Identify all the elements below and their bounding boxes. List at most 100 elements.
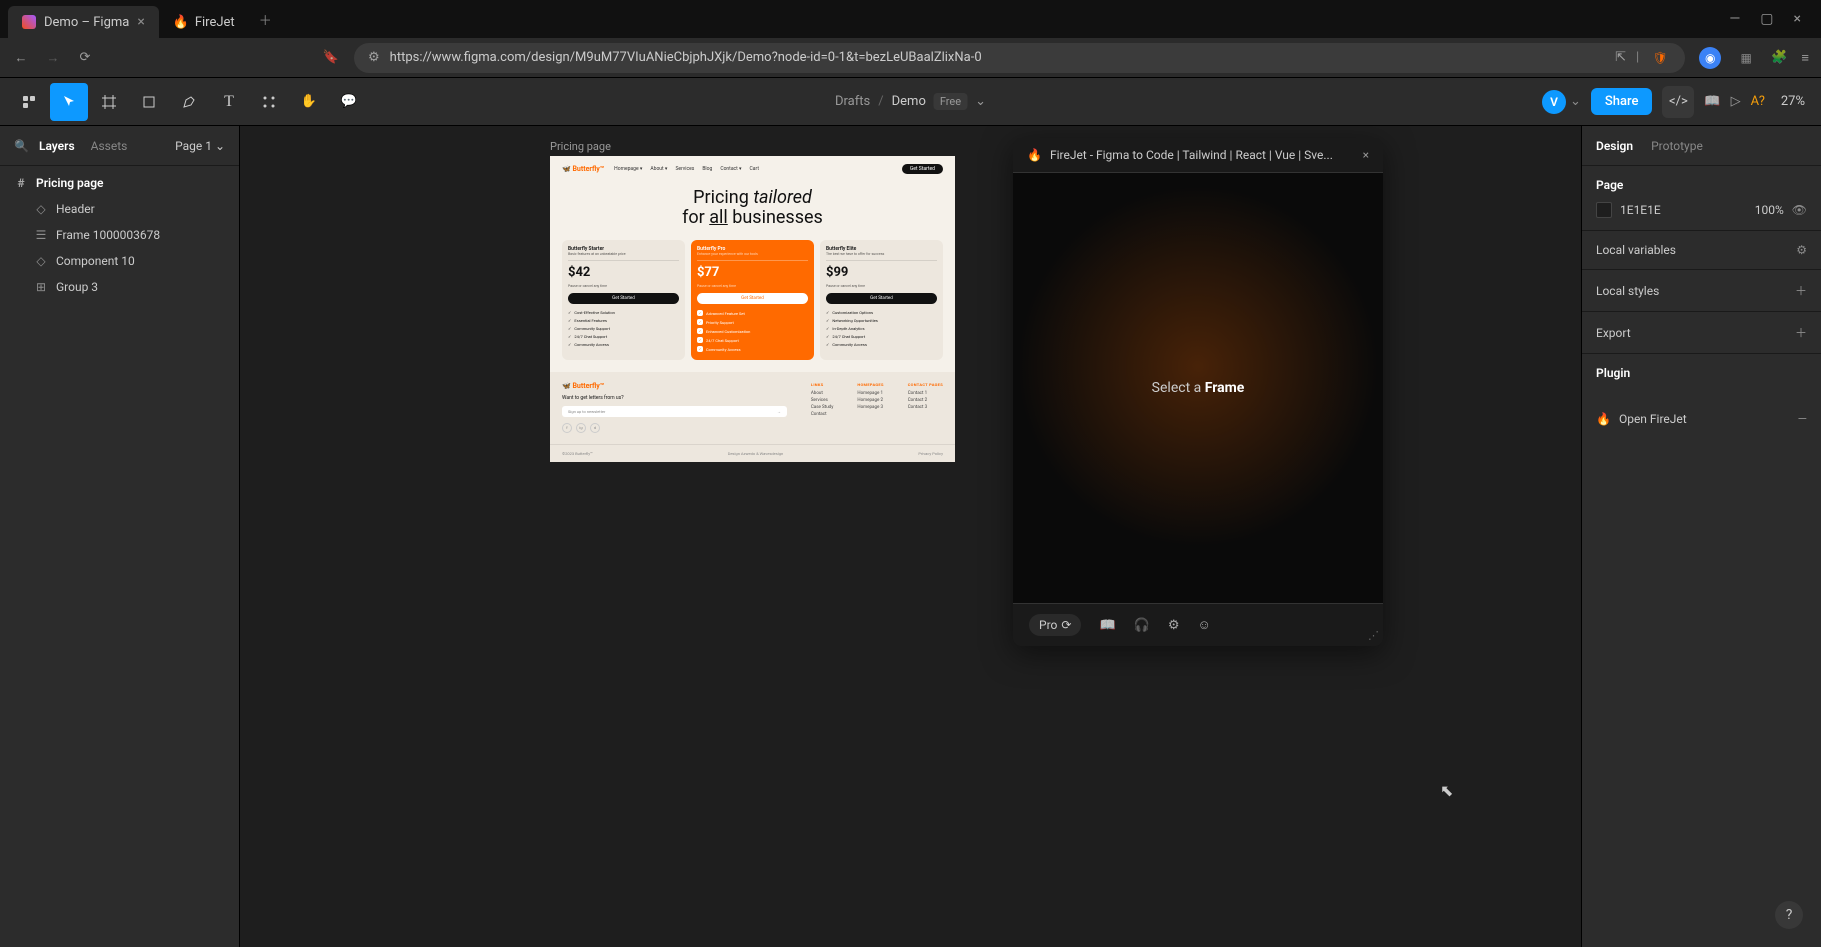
site-nav: Homepage ▾About ▾ServicesBlogContact ▾Ca… bbox=[614, 166, 759, 172]
figma-icon bbox=[22, 15, 36, 29]
book-icon[interactable]: 📖 bbox=[1099, 618, 1115, 633]
background-swatch[interactable] bbox=[1596, 202, 1612, 218]
fire-icon: 🔥 bbox=[1596, 412, 1611, 426]
maximize-icon[interactable]: ▢ bbox=[1760, 11, 1773, 27]
extension-icon[interactable]: ◉ bbox=[1699, 47, 1721, 69]
assets-tab[interactable]: Assets bbox=[91, 139, 128, 153]
minimize-icon[interactable]: — bbox=[1729, 11, 1740, 27]
bookmark-icon[interactable]: 🔖 bbox=[322, 50, 340, 65]
page-section-title: Page bbox=[1596, 178, 1807, 192]
background-opacity[interactable]: 100% bbox=[1755, 203, 1784, 217]
plugin-section-title: Plugin bbox=[1596, 366, 1807, 380]
cursor-icon: ⬉ bbox=[1440, 781, 1453, 800]
share-button[interactable]: Share bbox=[1591, 88, 1653, 115]
url-text: https://www.figma.com/design/M9uM77VIuAN… bbox=[390, 50, 1605, 65]
back-button[interactable]: ← bbox=[12, 50, 30, 66]
plan-badge: Free bbox=[934, 93, 967, 110]
get-started-button: Get Started bbox=[902, 164, 943, 174]
close-icon[interactable]: × bbox=[1363, 148, 1369, 162]
plugin-window[interactable]: 🔥 FireJet - Figma to Code | Tailwind | R… bbox=[1013, 138, 1383, 646]
browser-menu-icon[interactable]: ≡ bbox=[1801, 50, 1809, 66]
user-avatar[interactable]: V bbox=[1542, 90, 1566, 114]
plus-icon: ＋ bbox=[1795, 324, 1807, 341]
prototype-tab[interactable]: Prototype bbox=[1651, 139, 1703, 153]
layer-component-10[interactable]: ◇Component 10 bbox=[0, 248, 239, 274]
local-variables-section[interactable]: Local variables⚙ bbox=[1582, 231, 1821, 270]
drafts-link[interactable]: Drafts bbox=[835, 94, 870, 109]
canvas[interactable]: Pricing page 🦋 Butterfly™ Homepage ▾Abou… bbox=[240, 126, 1581, 947]
left-panel: 🔍 Layers Assets Page 1 ⌄ #Pricing page ◇… bbox=[0, 126, 240, 947]
pricing-card: Butterfly ProEnhance your experience wit… bbox=[691, 240, 814, 360]
layers-tab[interactable]: Layers bbox=[39, 139, 75, 153]
plugin-title: FireJet - Figma to Code | Tailwind | Rea… bbox=[1050, 148, 1355, 162]
forward-button[interactable]: → bbox=[44, 50, 62, 66]
wallet-icon[interactable]: ▦ bbox=[1735, 47, 1757, 69]
dev-mode-button[interactable]: </> bbox=[1662, 86, 1694, 118]
frame-label[interactable]: Pricing page bbox=[550, 140, 611, 153]
zoom-level[interactable]: 27% bbox=[1775, 94, 1811, 109]
layers-list: #Pricing page ◇Header ☰Frame 1000003678 … bbox=[0, 166, 239, 304]
library-icon[interactable]: 📖 bbox=[1704, 94, 1720, 109]
move-tool[interactable] bbox=[50, 83, 88, 121]
pro-badge[interactable]: Pro ⟳ bbox=[1029, 614, 1081, 636]
brand-logo: 🦋 Butterfly™ bbox=[562, 165, 604, 173]
extensions-menu-icon[interactable]: 🧩 bbox=[1771, 50, 1787, 65]
layer-pricing-page[interactable]: #Pricing page bbox=[0, 170, 239, 196]
help-button[interactable]: ? bbox=[1775, 901, 1803, 929]
missing-fonts-icon[interactable]: A? bbox=[1751, 94, 1765, 109]
browser-tab-figma[interactable]: Demo – Figma × bbox=[8, 6, 159, 38]
component-icon: ◇ bbox=[34, 202, 48, 216]
shape-tool[interactable] bbox=[130, 83, 168, 121]
tab-title: FireJet bbox=[195, 15, 235, 30]
brand-logo: 🦋 Butterfly™ bbox=[562, 382, 604, 390]
frame-tool[interactable] bbox=[90, 83, 128, 121]
close-icon[interactable]: × bbox=[137, 14, 144, 30]
url-input[interactable]: ⚙ https://www.figma.com/design/M9uM77VIu… bbox=[354, 43, 1685, 73]
minus-icon[interactable]: — bbox=[1798, 412, 1807, 426]
gear-icon[interactable]: ⚙ bbox=[1168, 618, 1180, 633]
search-icon[interactable]: 🔍 bbox=[14, 139, 29, 153]
design-frame-pricing[interactable]: 🦋 Butterfly™ Homepage ▾About ▾ServicesBl… bbox=[550, 156, 955, 462]
layer-header[interactable]: ◇Header bbox=[0, 196, 239, 222]
export-section[interactable]: Export＋ bbox=[1582, 312, 1821, 354]
brave-shield-icon[interactable]: 🛡 bbox=[1649, 47, 1671, 69]
chevron-down-icon[interactable]: ⌄ bbox=[975, 94, 986, 109]
eye-icon[interactable]: 👁 bbox=[1792, 203, 1807, 217]
hand-tool[interactable]: ✋ bbox=[290, 83, 328, 121]
open-firejet-item[interactable]: 🔥 Open FireJet — bbox=[1582, 402, 1821, 436]
hero-heading: Pricing tailoredfor all businesses bbox=[550, 182, 955, 240]
headset-icon[interactable]: 🎧 bbox=[1134, 618, 1150, 633]
close-window-icon[interactable]: × bbox=[1794, 11, 1801, 27]
text-tool[interactable]: T bbox=[210, 83, 248, 121]
resize-handle-icon[interactable]: ⋰ bbox=[1368, 629, 1379, 642]
pen-tool[interactable] bbox=[170, 83, 208, 121]
address-bar: ← → ⟳ 🔖 ⚙ https://www.figma.com/design/M… bbox=[0, 38, 1821, 78]
site-settings-icon[interactable]: ⚙ bbox=[368, 50, 380, 65]
new-tab-button[interactable]: ＋ bbox=[249, 10, 282, 29]
local-styles-section[interactable]: Local styles＋ bbox=[1582, 270, 1821, 312]
background-hex[interactable]: 1E1E1E bbox=[1620, 203, 1747, 217]
right-panel: Design Prototype Page 1E1E1E 100% 👁 Loca… bbox=[1581, 126, 1821, 947]
window-controls: — ▢ × bbox=[1729, 11, 1813, 27]
tab-title: Demo – Figma bbox=[44, 15, 129, 30]
present-icon[interactable]: ▷ bbox=[1731, 94, 1741, 109]
layer-group-3[interactable]: ⊞Group 3 bbox=[0, 274, 239, 300]
layer-frame[interactable]: ☰Frame 1000003678 bbox=[0, 222, 239, 248]
frame-icon: ☰ bbox=[34, 228, 48, 242]
browser-tab-firejet[interactable]: 🔥 FireJet bbox=[159, 6, 249, 38]
settings-icon: ⚙ bbox=[1796, 243, 1807, 257]
figma-toolbar: T ✋ 💬 Drafts / Demo Free ⌄ V ⌄ Share </>… bbox=[0, 78, 1821, 126]
document-breadcrumb: Drafts / Demo Free ⌄ bbox=[835, 93, 986, 110]
figma-menu-icon[interactable] bbox=[10, 83, 48, 121]
file-name[interactable]: Demo bbox=[892, 94, 926, 109]
pricing-card: Butterfly StarterBasic features at an un… bbox=[562, 240, 685, 360]
page-selector[interactable]: Page 1 ⌄ bbox=[175, 139, 225, 153]
reload-button[interactable]: ⟳ bbox=[76, 50, 94, 65]
user-icon[interactable]: ☺ bbox=[1197, 617, 1210, 633]
frame-icon: # bbox=[14, 176, 28, 190]
design-tab[interactable]: Design bbox=[1596, 139, 1633, 153]
comment-tool[interactable]: 💬 bbox=[330, 83, 368, 121]
resources-tool[interactable] bbox=[250, 83, 288, 121]
share-url-icon[interactable]: ⇱ bbox=[1615, 50, 1626, 65]
chevron-down-icon[interactable]: ⌄ bbox=[1570, 94, 1581, 109]
